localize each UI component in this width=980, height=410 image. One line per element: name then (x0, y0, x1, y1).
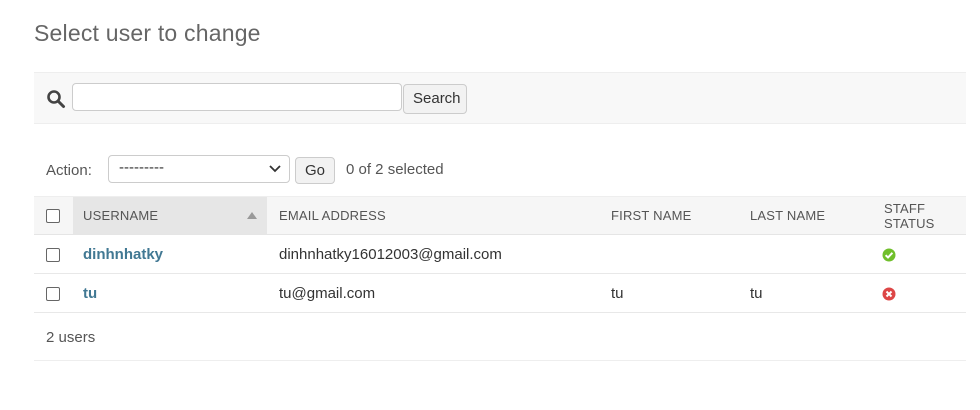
results-table: USERNAME EMAIL ADDRESS FIRST NAME LAST N… (34, 196, 966, 313)
search-toolbar: Search (34, 72, 966, 124)
table-header-row: USERNAME EMAIL ADDRESS FIRST NAME LAST N… (34, 196, 966, 235)
result-count: 2 users (46, 329, 96, 346)
action-select[interactable]: --------- (108, 155, 290, 183)
result-count-bar: 2 users (34, 312, 966, 361)
go-button[interactable]: Go (295, 157, 335, 184)
select-all-checkbox[interactable] (46, 209, 60, 224)
action-label: Action: (46, 162, 92, 179)
yes-icon (882, 248, 896, 262)
username-link[interactable]: dinhnhatky (83, 246, 163, 263)
column-email[interactable]: EMAIL ADDRESS (267, 196, 599, 235)
chevron-down-icon (269, 165, 281, 173)
column-first-name-label: FIRST NAME (611, 208, 692, 223)
sort-ascending-icon[interactable] (247, 211, 257, 219)
column-first-name[interactable]: FIRST NAME (599, 196, 738, 235)
column-username[interactable]: USERNAME (73, 196, 267, 235)
search-icon (47, 90, 65, 108)
column-staff-status[interactable]: STAFF STATUS (872, 196, 966, 235)
column-email-label: EMAIL ADDRESS (279, 208, 386, 223)
search-button[interactable]: Search (403, 84, 467, 114)
row-select-cell (34, 234, 73, 274)
table-row: tu tu@gmail.com tu tu (34, 273, 966, 313)
table-row: dinhnhatky dinhnhatky16012003@gmail.com (34, 234, 966, 274)
page-title: Select user to change (34, 20, 261, 46)
last-name-cell: tu (738, 273, 872, 313)
column-username-label: USERNAME (83, 208, 159, 223)
actions-bar: Action: --------- Go 0 of 2 selected (34, 150, 966, 194)
username-cell: tu (73, 273, 267, 313)
first-name-cell (599, 234, 738, 274)
column-staff-status-label: STAFF STATUS (884, 200, 935, 231)
select-all-cell (34, 196, 73, 235)
staff-status-cell (872, 234, 966, 274)
email-cell: dinhnhatky16012003@gmail.com (267, 234, 599, 274)
staff-status-cell (872, 273, 966, 313)
action-select-value: --------- (119, 159, 164, 176)
username-cell: dinhnhatky (73, 234, 267, 274)
first-name-cell: tu (599, 273, 738, 313)
row-checkbox[interactable] (46, 286, 60, 301)
username-link[interactable]: tu (83, 285, 97, 302)
row-select-cell (34, 273, 73, 313)
last-name-cell (738, 234, 872, 274)
search-input[interactable] (72, 83, 402, 111)
column-last-name[interactable]: LAST NAME (738, 196, 872, 235)
selection-counter: 0 of 2 selected (346, 161, 444, 178)
email-cell: tu@gmail.com (267, 273, 599, 313)
no-icon (882, 287, 896, 301)
column-last-name-label: LAST NAME (750, 208, 826, 223)
row-checkbox[interactable] (46, 247, 60, 262)
